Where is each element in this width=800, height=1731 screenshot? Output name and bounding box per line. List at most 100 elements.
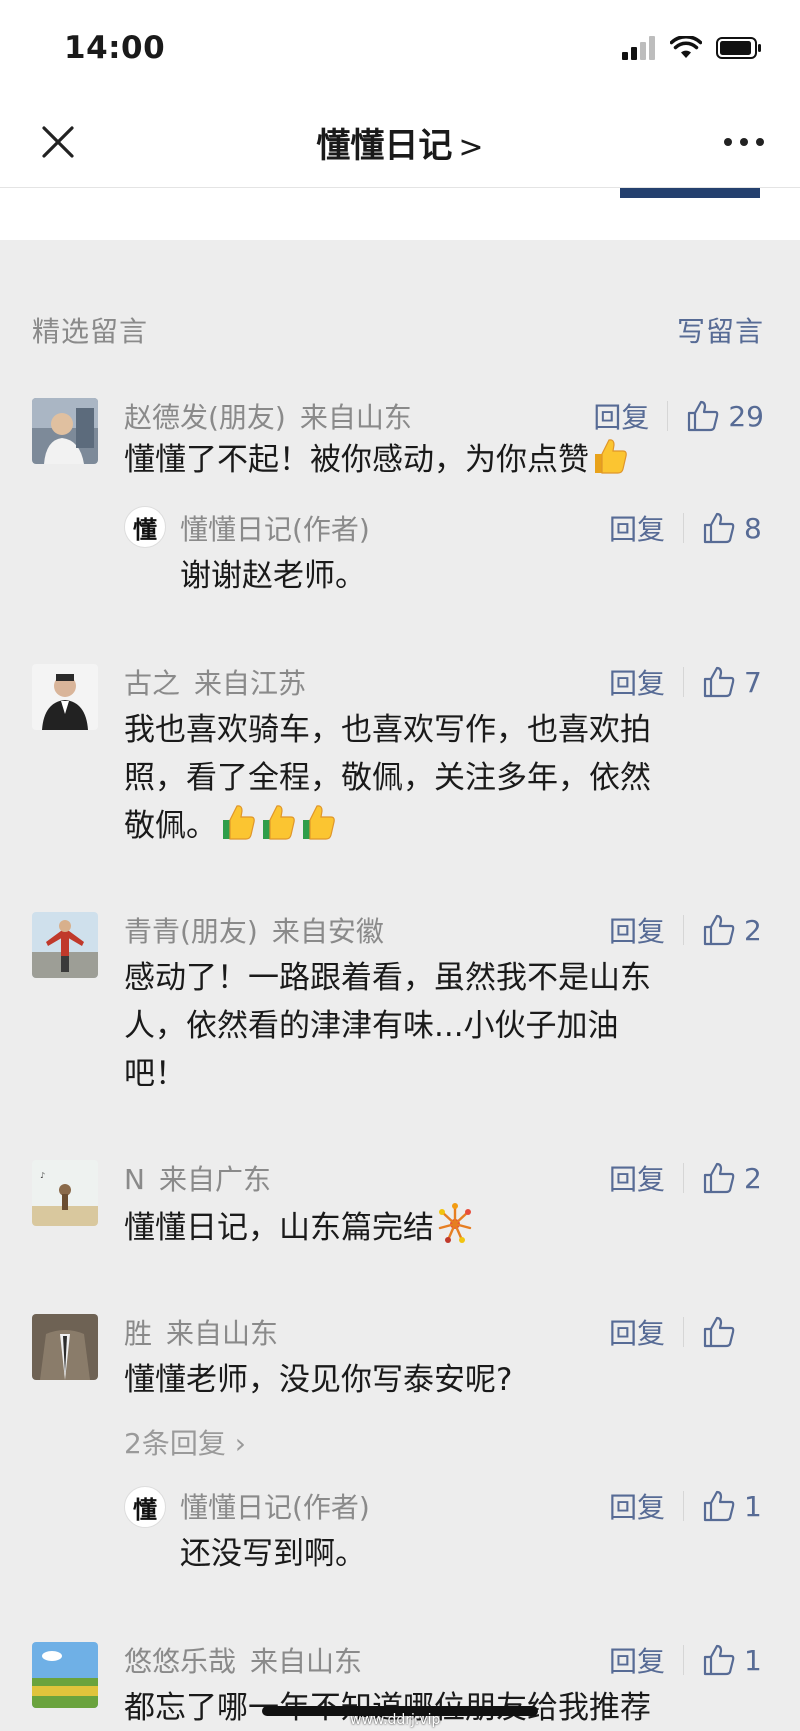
more-replies-link[interactable]: 2条回复 › — [124, 1422, 246, 1462]
avatar[interactable]: ♪ — [32, 1160, 98, 1226]
watermark: www.ddrj.vip — [350, 1712, 441, 1728]
divider — [683, 1163, 684, 1193]
author-avatar-char: 懂 — [133, 514, 157, 544]
comment-text: 懂懂了不起！被你感动，为你点赞 — [124, 436, 764, 484]
comment-actions: 回复 1 — [609, 1640, 764, 1680]
svg-text:♪: ♪ — [40, 1171, 45, 1180]
comment-text: 我也喜欢骑车，也喜欢写作，也喜欢拍 照，看了全程，敬佩，关注多年，依然 敬佩。 — [124, 706, 764, 850]
avatar[interactable] — [32, 1314, 98, 1380]
comment-author[interactable]: 古之 — [124, 667, 180, 700]
comment-location: 来自山东 — [250, 1645, 363, 1678]
reply-button[interactable]: 回复 — [609, 910, 665, 950]
like-count: 1 — [744, 1643, 762, 1677]
thumbs-up-emoji-icon — [263, 805, 295, 840]
reply-button[interactable]: 回复 — [609, 1640, 665, 1680]
more-options-icon[interactable] — [724, 134, 764, 150]
divider — [683, 513, 684, 543]
like-button[interactable]: 2 — [702, 913, 764, 947]
comment-location: 来自安徽 — [271, 915, 384, 948]
author-avatar[interactable]: 懂 — [124, 1486, 166, 1528]
comment-author-line: 青青(朋友) 来自安徽 — [124, 910, 384, 950]
comment-author[interactable]: 悠悠乐哉 — [124, 1645, 236, 1678]
status-icons — [622, 36, 762, 60]
comment-text: 感动了！一路跟着看，虽然我不是山东 人，依然看的津津有味...小伙子加油 吧！ — [124, 954, 764, 1098]
like-button[interactable]: 1 — [702, 1643, 764, 1677]
comment-author[interactable]: 青青(朋友) — [124, 915, 258, 948]
comment-location: 来自山东 — [166, 1317, 279, 1350]
thumbs-up-icon — [703, 1490, 735, 1522]
comment-actions: 回复 2 — [609, 1158, 764, 1198]
comment-location: 来自江苏 — [194, 667, 307, 700]
divider — [667, 401, 669, 431]
nav-bar: 懂懂日记 > — [0, 100, 800, 188]
comment-author-line: 胜来自山东 — [124, 1312, 278, 1352]
thumbs-up-icon — [703, 1316, 735, 1348]
thumbs-up-icon — [703, 1162, 735, 1194]
thumbs-up-emoji-icon — [223, 805, 255, 840]
status-bar: 14:00 — [0, 0, 800, 100]
author-reply-text: 谢谢赵老师。 — [180, 558, 366, 594]
thumbs-up-emoji-icon — [595, 439, 627, 474]
reply-button[interactable]: 回复 — [609, 1312, 665, 1352]
avatar[interactable] — [32, 398, 98, 464]
like-button[interactable]: 29 — [686, 399, 764, 433]
comment-text-line: 吧！ — [124, 1056, 186, 1092]
party-popper-emoji-icon — [438, 1203, 472, 1243]
author-reply-name[interactable]: 懂懂日记(作者) — [180, 508, 370, 548]
reply-button[interactable]: 回复 — [609, 662, 665, 702]
reply-button[interactable]: 回复 — [609, 1158, 665, 1198]
nav-title-text: 懂懂日记 — [316, 126, 453, 166]
comment-text-content: 懂懂日记，山东篇完结 — [124, 1210, 434, 1246]
author-reply-actions: 回复 1 — [609, 1486, 764, 1526]
comment-text: 懂懂老师，没见你写泰安呢? — [124, 1362, 513, 1398]
comment-author-line: 赵德发(朋友) 来自山东 — [124, 396, 412, 436]
like-button[interactable]: 1 — [702, 1489, 764, 1523]
comment-author[interactable]: 胜 — [124, 1317, 152, 1350]
like-count: 2 — [744, 913, 762, 947]
more-replies-label: 2条回复 — [124, 1427, 226, 1460]
thumbs-up-icon — [703, 512, 735, 544]
chevron-right-icon: › — [225, 1427, 246, 1460]
author-reply-actions: 回复 8 — [609, 508, 764, 548]
avatar[interactable] — [32, 664, 98, 730]
write-comment-button[interactable]: 写留言 — [677, 310, 764, 350]
avatar[interactable] — [32, 1642, 98, 1708]
comment-location: 来自广东 — [158, 1163, 271, 1196]
comment-author-line: 悠悠乐哉 来自山东 — [124, 1640, 362, 1680]
author-reply-name[interactable]: 懂懂日记(作者) — [180, 1486, 370, 1526]
comment-text-content: 懂懂了不起！被你感动，为你点赞 — [124, 442, 589, 478]
like-button[interactable]: 7 — [702, 665, 764, 699]
like-button[interactable] — [702, 1315, 764, 1349]
comment-text-line: 感动了！一路跟着看，虽然我不是山东 — [124, 960, 651, 996]
comment-text-line: 敬佩。 — [124, 802, 764, 850]
divider — [683, 667, 684, 697]
reply-button[interactable]: 回复 — [609, 1486, 665, 1526]
screen: 14:00 懂懂日记 > 精选留言 写留言 赵德发(朋友) 来自山东 回复 29… — [0, 0, 800, 1731]
author-avatar[interactable]: 懂 — [124, 506, 166, 548]
divider — [683, 1317, 684, 1347]
comment-text-line: 照，看了全程，敬佩，关注多年，依然 — [124, 760, 651, 796]
like-button[interactable]: 8 — [702, 511, 764, 545]
nav-title[interactable]: 懂懂日记 > — [0, 118, 800, 167]
section-title: 精选留言 — [32, 315, 149, 348]
avatar[interactable] — [32, 912, 98, 978]
like-count: 29 — [728, 399, 764, 433]
comment-text-line: 人，依然看的津津有味...小伙子加油 — [124, 1008, 619, 1044]
comment-author[interactable]: 赵德发(朋友) — [124, 401, 286, 434]
like-count: 2 — [744, 1161, 762, 1195]
divider — [683, 1645, 684, 1675]
comment-author-line: N 来自广东 — [124, 1158, 271, 1198]
comment-text-line: 我也喜欢骑车，也喜欢写作，也喜欢拍 — [124, 712, 651, 748]
comment-author[interactable]: N — [124, 1163, 145, 1196]
author-avatar-char: 懂 — [133, 1494, 157, 1524]
reply-button[interactable]: 回复 — [593, 396, 649, 436]
thumbs-up-emoji-icon — [303, 805, 335, 840]
like-button[interactable]: 2 — [702, 1161, 764, 1195]
comment-text: 懂懂日记，山东篇完结 — [124, 1202, 764, 1252]
divider — [683, 915, 684, 945]
author-reply-text: 还没写到啊。 — [180, 1536, 366, 1572]
reply-button[interactable]: 回复 — [609, 508, 665, 548]
like-count: 8 — [744, 511, 762, 545]
battery-icon — [716, 37, 761, 59]
thumbs-up-icon — [688, 400, 719, 432]
